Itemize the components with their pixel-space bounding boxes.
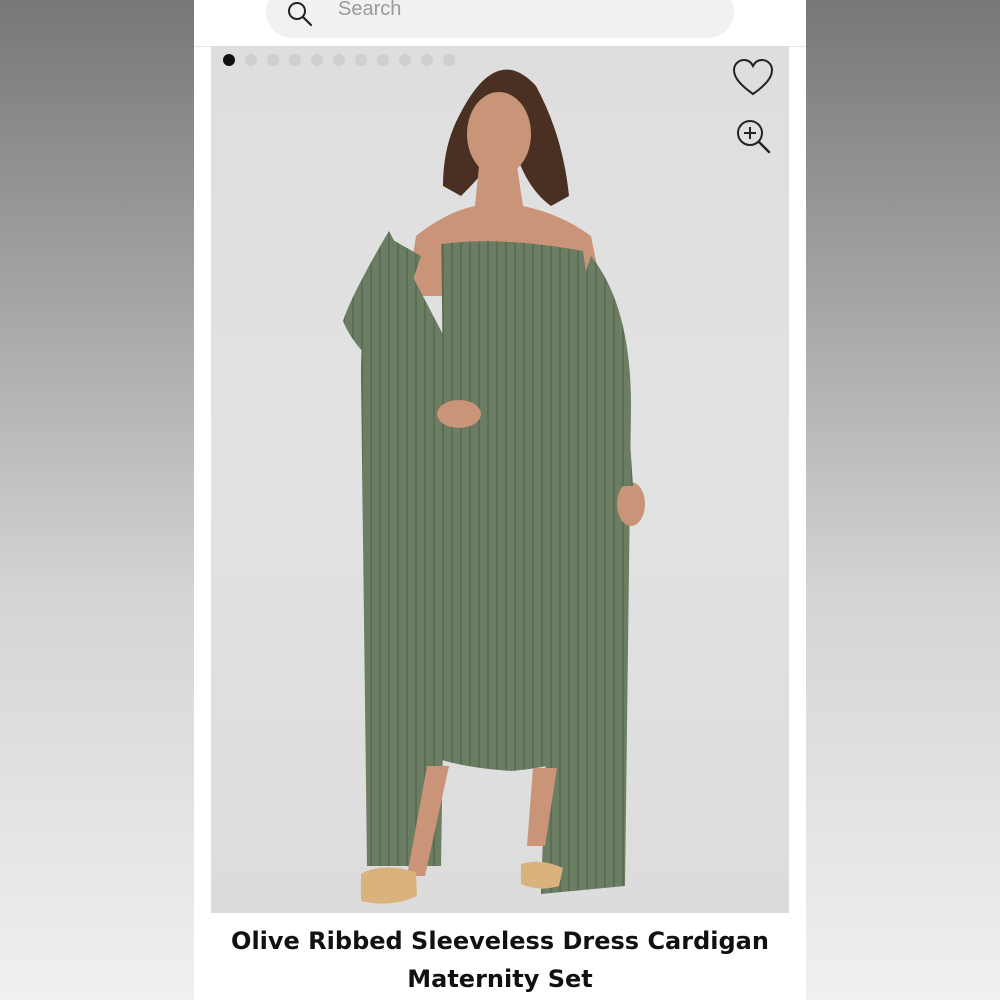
search-input[interactable]: Search — [266, 0, 734, 38]
product-image[interactable] — [211, 46, 789, 913]
header-bar: Search — [194, 0, 806, 47]
gallery-dot[interactable] — [377, 54, 389, 66]
model-photo — [343, 69, 645, 904]
product-title-line-1: Olive Ribbed Sleeveless Dress Cardigan — [231, 927, 769, 955]
product-page: Search Olive Ribbed Sleeveless Dress Car… — [194, 0, 806, 1000]
gallery-dot[interactable] — [223, 54, 235, 66]
search-placeholder: Search — [338, 0, 402, 20]
gallery-dot[interactable] — [245, 54, 257, 66]
gallery-dot[interactable] — [443, 54, 455, 66]
heart-icon[interactable] — [731, 58, 775, 98]
search-icon — [288, 2, 313, 27]
gallery-dot[interactable] — [333, 54, 345, 66]
gallery-pagination — [223, 54, 455, 66]
background-left — [0, 0, 194, 1000]
gallery-dot[interactable] — [289, 54, 301, 66]
gallery-dot[interactable] — [421, 54, 433, 66]
product-title-line-2: Maternity Set — [407, 965, 593, 993]
background-right — [806, 0, 1000, 1000]
product-title: Olive Ribbed Sleeveless Dress Cardigan M… — [194, 922, 806, 998]
gallery-dot[interactable] — [399, 54, 411, 66]
gallery-dot[interactable] — [267, 54, 279, 66]
gallery-dot[interactable] — [311, 54, 323, 66]
gallery-dot[interactable] — [355, 54, 367, 66]
zoom-in-icon[interactable] — [735, 118, 773, 156]
